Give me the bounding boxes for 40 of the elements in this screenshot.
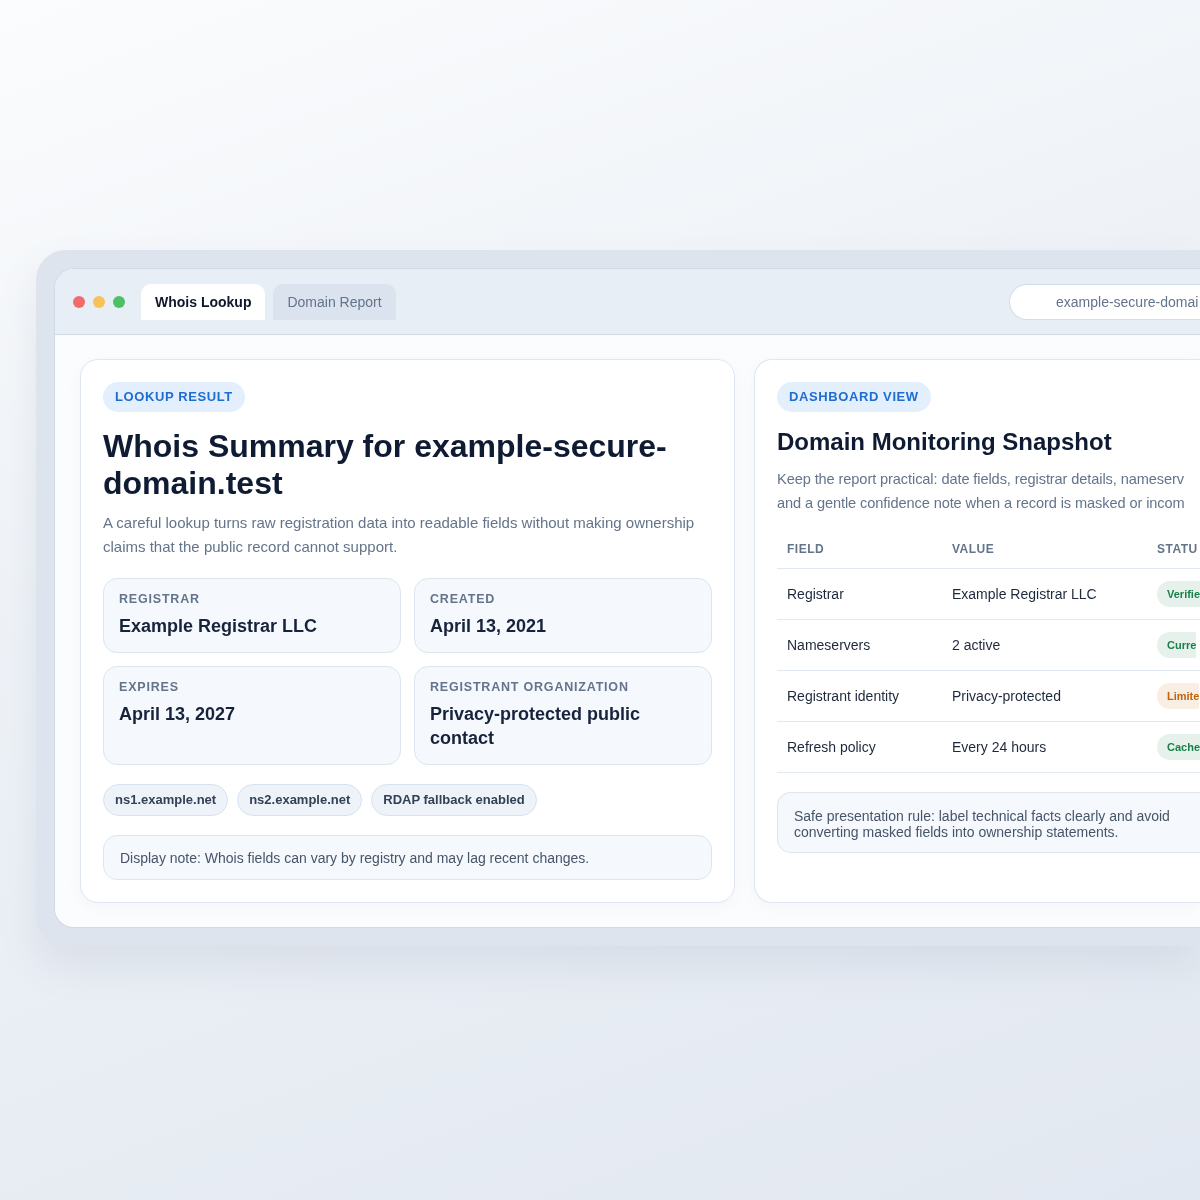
section-tag: DASHBOARD VIEW — [777, 382, 931, 412]
table-cell: Refresh policy — [787, 739, 876, 755]
status-tag: Curre — [1157, 632, 1197, 658]
close-dot-icon[interactable] — [73, 295, 85, 308]
info-chip: ns1.example.net — [103, 784, 229, 816]
card-description: Keep the report practical: date fields, registrar details, nameserv and a gentle confidence note when a record is masked or incom — [777, 470, 1186, 513]
table-cell: Registrant identity — [787, 688, 900, 704]
field-label: REGISTRANT ORGANIZATION — [430, 679, 630, 695]
info-chip: RDAP fallback enabled — [371, 784, 537, 816]
minimize-dot-icon[interactable] — [93, 295, 105, 308]
maximize-dot-icon[interactable] — [113, 295, 125, 308]
table-cell: Nameservers — [787, 637, 871, 653]
status-tag: Cache — [1157, 734, 1200, 760]
table-cell: Registrar — [787, 586, 844, 602]
display-note: Display note: Whois fields can vary by registry and may lag recent changes. — [103, 835, 712, 880]
table-cell: Every 24 hours — [952, 739, 1047, 755]
tab[interactable]: Domain Report — [273, 283, 396, 320]
field-value: Example Registrar LLC — [119, 615, 319, 638]
card-description: A careful lookup turns raw registration data into readable fields without making ownership claims that the public record cannot support. — [103, 513, 696, 557]
tab[interactable]: Whois Lookup — [141, 283, 266, 320]
safe-note: Safe presentation rule: label technical facts clearly and avoid converting masked fields into ownership statements. — [777, 792, 1200, 853]
section-tag: LOOKUP RESULT — [103, 382, 245, 412]
status-tag: Verifie — [1157, 581, 1200, 607]
field-value: April 13, 2021 — [430, 615, 548, 638]
field-label: REGISTRAR — [119, 591, 201, 607]
column-header: VALUE — [952, 541, 995, 556]
column-header: STATU — [1157, 541, 1198, 556]
table-cell: Privacy-protected — [952, 688, 1061, 704]
field-value: Privacy-protected public contact — [430, 703, 642, 750]
field-label: CREATED — [430, 591, 497, 607]
table-cell: Example Registrar LLC — [952, 586, 1097, 602]
status-tag: Limite — [1157, 683, 1200, 709]
address-field[interactable]: example-secure-domai — [1009, 283, 1200, 320]
card-title: Domain Monitoring Snapshot — [777, 427, 1113, 457]
table-cell: 2 active — [952, 637, 1001, 653]
column-header: FIELD — [787, 541, 825, 556]
info-chip: ns2.example.net — [237, 784, 363, 816]
field-label: EXPIRES — [119, 679, 180, 695]
card-title: Whois Summary for example-secure-domain.test — [103, 428, 668, 502]
field-value: April 13, 2027 — [119, 703, 237, 726]
